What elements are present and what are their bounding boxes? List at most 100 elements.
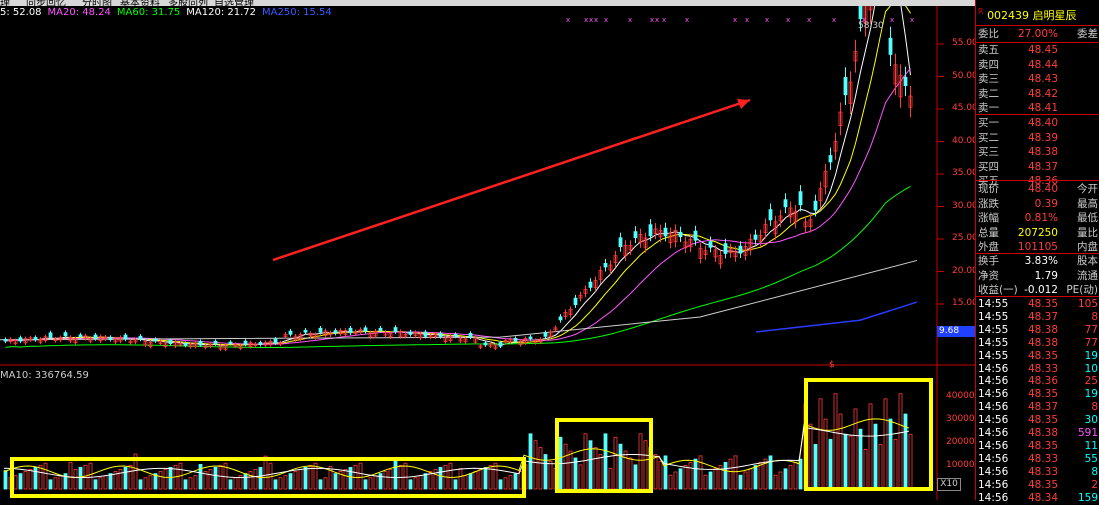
volume-bar — [333, 473, 338, 490]
tick-price: 48.38 — [1027, 336, 1058, 349]
tick-time: 14:56 — [978, 388, 1009, 401]
stock-code[interactable]: 002439 — [987, 9, 1029, 22]
volume-bar — [288, 473, 293, 490]
candle-body — [618, 237, 623, 247]
candle-body — [828, 155, 833, 163]
volume-bar — [828, 438, 833, 490]
candle-body — [468, 332, 473, 338]
menu-item[interactable]: 理 — [0, 0, 10, 6]
tick-volume: 8 — [1091, 401, 1098, 414]
candle-body — [768, 209, 773, 221]
bid-price: 48.39 — [1027, 131, 1058, 144]
candle-body — [483, 342, 488, 346]
candle-body — [543, 332, 548, 337]
bid-label: 买二 — [978, 131, 999, 144]
candle-body — [123, 334, 128, 340]
signal-mark: x — [584, 16, 588, 24]
candle-body — [303, 329, 308, 333]
stat-row: 换手 3.83% 股本 — [976, 254, 1099, 268]
tick-time: 14:56 — [978, 491, 1009, 504]
volume-bar — [183, 479, 188, 490]
quote-panel: R 002439 启明星辰 委比 27.00% 委差 卖五 48.45 卖四 48.44 卖三… — [975, 0, 1099, 504]
volume-bar — [708, 471, 713, 490]
candle-body — [813, 200, 818, 211]
stock-title: R 002439 启明星辰 — [978, 7, 1098, 23]
candle-body — [453, 333, 458, 337]
candle-body — [333, 330, 338, 334]
kline-chart[interactable]: xxxxxxxxxxxxxxxxxxx — [0, 0, 975, 500]
tick-volume: 105 — [1077, 298, 1098, 310]
volume-bar — [678, 468, 683, 490]
signal-mark: x — [566, 16, 570, 24]
quote-row: 总量 207250 量比 — [976, 226, 1099, 240]
bid-row: 买二 48.39 — [976, 131, 1099, 145]
volume-bar — [258, 466, 263, 490]
menu-item[interactable]: 多股同列 — [168, 0, 208, 6]
menu-bar: 理 同步回忆 分时图 基本资料 多股同列 自选管理 — [0, 0, 975, 6]
menu-item[interactable]: 自选管理 — [214, 0, 254, 6]
tick-time: 14:56 — [978, 478, 1009, 491]
tick-volume: 19 — [1084, 388, 1098, 401]
volume-bar — [318, 479, 323, 490]
webi-label: 委比 — [978, 28, 999, 40]
menu-item[interactable]: 同步回忆 — [26, 0, 66, 6]
high-price-label: 58.30 — [858, 21, 884, 31]
signal-mark: x — [662, 16, 666, 24]
quote-value: 207250 — [1017, 226, 1058, 239]
stat-right-label: 流通 — [1077, 269, 1098, 282]
menu-item[interactable]: 基本资料 — [120, 0, 160, 6]
volume-bar — [453, 479, 458, 490]
candle-body — [288, 330, 293, 335]
volume-bar — [273, 479, 278, 490]
menu-item[interactable]: 分时图 — [82, 0, 112, 6]
volume-bar — [123, 466, 128, 490]
volume-bar — [48, 479, 53, 490]
stat-row: 收益(一) -0.012 PE(动) — [976, 283, 1099, 297]
tick-time: 14:56 — [978, 401, 1009, 414]
bid-price: 48.38 — [1027, 146, 1058, 158]
webi-row: 委比 27.00% 委差 — [976, 27, 1099, 41]
zoom-button[interactable]: X10 — [937, 478, 961, 491]
tick-volume: 77 — [1084, 323, 1098, 336]
candle-body — [678, 231, 683, 238]
candle-body — [663, 227, 668, 237]
candle-body — [588, 281, 593, 288]
tick-time: 14:56 — [978, 465, 1009, 478]
bid-row: 买三 48.38 — [976, 145, 1099, 159]
quote-label: 外盘 — [978, 241, 999, 253]
tick-price: 48.34 — [1027, 491, 1058, 504]
signal-mark: x — [594, 16, 598, 24]
candle-body — [753, 234, 758, 240]
stock-badge: R — [978, 7, 984, 16]
tick-row: 14:55 48.35 19 — [976, 349, 1099, 363]
volume-bar — [348, 466, 353, 490]
ask-label: 卖二 — [978, 87, 999, 100]
stat-right-label: 股本 — [1077, 255, 1098, 267]
volume-bar — [108, 473, 113, 490]
tick-volume: 591 — [1077, 427, 1098, 439]
volume-bar — [483, 466, 488, 490]
tick-price: 48.38 — [1027, 323, 1058, 336]
volume-bar — [768, 455, 773, 490]
candle-body — [423, 331, 428, 337]
tick-volume: 8 — [1091, 465, 1098, 478]
volume-bar — [468, 473, 473, 490]
volume-bar — [903, 413, 908, 490]
volume-bar — [213, 466, 218, 490]
signal-mark: x — [832, 16, 836, 24]
volume-ma10-label: MA10: 336764.59 — [0, 370, 89, 381]
tick-time: 14:56 — [978, 427, 1009, 439]
stat-right-label: PE(动) — [1066, 284, 1098, 296]
candle-body — [318, 327, 323, 333]
tick-price: 48.38 — [1027, 427, 1058, 439]
quote-value: 0.81% — [1024, 212, 1058, 224]
candle-body — [708, 241, 713, 248]
candle-body — [603, 262, 608, 268]
volume-bar — [438, 466, 443, 490]
tick-row: 14:56 48.35 30 — [976, 413, 1099, 427]
price-axis-tick: 50.00 — [952, 70, 978, 81]
ask-price: 48.45 — [1027, 44, 1058, 56]
candle-body — [633, 231, 638, 239]
candle-body — [408, 331, 413, 335]
quote-right-label: 最低 — [1077, 212, 1098, 224]
